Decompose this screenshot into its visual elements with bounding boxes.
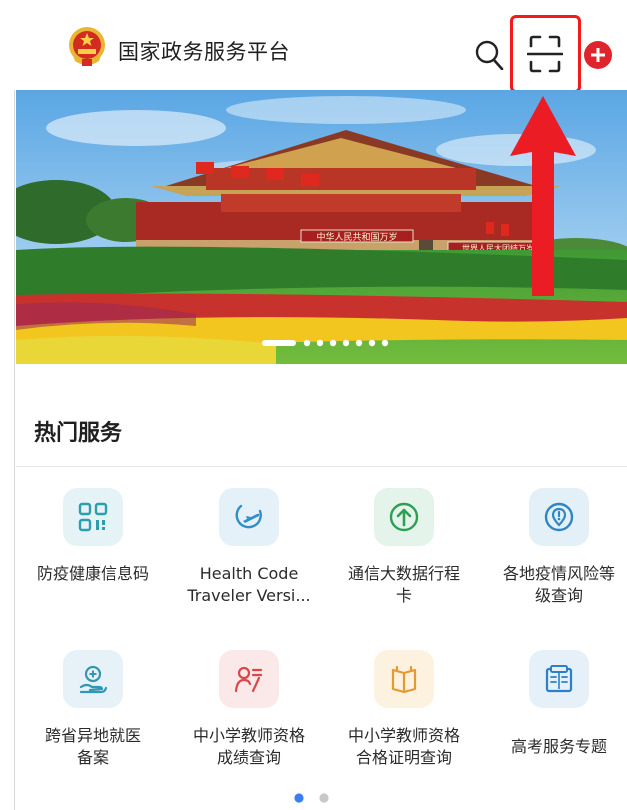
service-label-line: 防疫健康信息码: [36, 564, 149, 583]
service-label-line: 跨省异地就医: [44, 726, 141, 745]
service-label-line: 通信大数据行程: [347, 564, 460, 583]
service-label: 跨省异地就医 备案: [15, 725, 171, 769]
svg-text:中华人民共和国万岁: 中华人民共和国万岁: [316, 231, 397, 243]
certificate-book-icon: [391, 665, 417, 694]
service-item-traveler-code[interactable]: Health Code Traveler Versi...: [171, 488, 327, 638]
upload-arrow-icon: [389, 502, 419, 532]
section-title-hot-services: 热门服务: [34, 421, 123, 446]
service-label-line: 高考服务专题: [510, 737, 607, 756]
service-icon-bg: [374, 488, 434, 546]
medical-hand-icon: [79, 665, 108, 694]
service-label-line: 合格证明查询: [355, 748, 452, 767]
service-label-line: Health Code: [199, 564, 299, 583]
national-emblem-icon[interactable]: [67, 25, 107, 67]
qr-code-icon: [78, 502, 108, 532]
red-arrow-annotation: [510, 96, 576, 296]
plane-icon: [235, 504, 262, 529]
service-label-line: 备案: [76, 748, 109, 767]
service-label-line: 中小学教师资格: [192, 726, 305, 745]
service-label: 各地疫情风险等 级查询: [481, 563, 627, 607]
service-label: 中小学教师资格 成绩查询: [171, 725, 327, 769]
location-shield-icon: [544, 502, 574, 532]
scan-icon[interactable]: [527, 34, 563, 74]
home-page: 国家政务服务平台 中华人民共和国万岁 世界人民大团结万岁 热门服务 防疫健康信息…: [0, 0, 627, 810]
carousel-dots[interactable]: [0, 338, 627, 348]
service-label-line: Traveler Versi...: [187, 586, 311, 605]
service-label: Health Code Traveler Versi...: [171, 563, 327, 607]
service-item-risk-level[interactable]: 各地疫情风险等 级查询: [481, 488, 627, 638]
service-pager-dots[interactable]: [0, 792, 627, 804]
service-label: 高考服务专题: [481, 736, 627, 758]
top-bar: 国家政务服务平台: [0, 0, 627, 93]
section-divider: [16, 466, 627, 467]
service-label: 防疫健康信息码: [15, 563, 171, 585]
app-title: 国家政务服务平台: [118, 40, 290, 64]
service-icon-bg: [529, 650, 589, 708]
service-label: 通信大数据行程 卡: [326, 563, 482, 607]
service-label-line: 成绩查询: [216, 748, 281, 767]
service-item-medical-filing[interactable]: 跨省异地就医 备案: [15, 650, 171, 800]
service-icon-bg: [63, 650, 123, 708]
service-icon-bg: [529, 488, 589, 546]
service-item-trip-card[interactable]: 通信大数据行程 卡: [326, 488, 482, 638]
service-icon-bg: [63, 488, 123, 546]
service-item-health-code[interactable]: 防疫健康信息码: [15, 488, 171, 638]
search-icon[interactable]: [474, 38, 504, 70]
service-icon-bg: [219, 488, 279, 546]
exam-book-icon: [545, 665, 573, 693]
service-item-teacher-score[interactable]: 中小学教师资格 成绩查询: [171, 650, 327, 800]
service-icon-bg: [374, 650, 434, 708]
service-label: 中小学教师资格 合格证明查询: [326, 725, 482, 769]
add-icon[interactable]: [583, 40, 613, 70]
service-label-line: 卡: [395, 586, 412, 605]
service-label-line: 中小学教师资格: [347, 726, 460, 745]
service-label-line: 各地疫情风险等: [502, 564, 615, 583]
service-icon-bg: [219, 650, 279, 708]
service-item-gaokao[interactable]: 高考服务专题: [481, 650, 627, 800]
teacher-score-icon: [234, 666, 263, 693]
service-label-line: 级查询: [534, 586, 583, 605]
service-item-teacher-certificate[interactable]: 中小学教师资格 合格证明查询: [326, 650, 482, 800]
